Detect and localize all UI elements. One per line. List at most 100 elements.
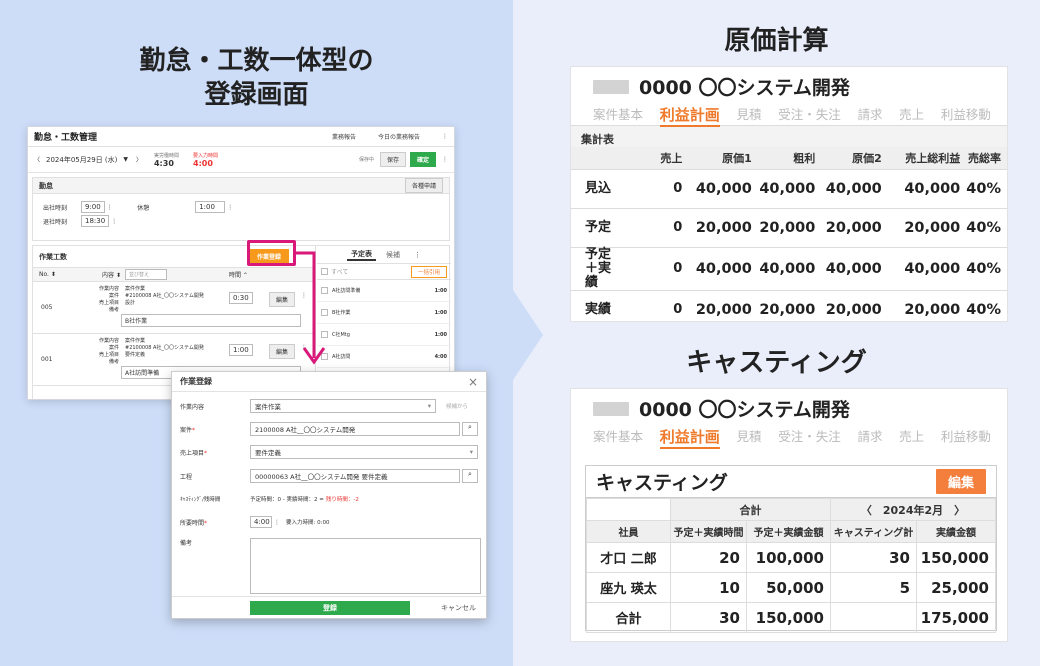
casting-remain: 残り時間：-2: [325, 497, 359, 503]
tab-basic[interactable]: 案件基本: [593, 104, 643, 127]
current-date[interactable]: 2024年05月29日 (水): [46, 155, 117, 165]
schedule-time: 1:00: [434, 309, 447, 316]
left-heading-line1: 勤怠・工数一体型の: [139, 46, 374, 76]
table-header: 売上 原価1 粗利 原価2 売上総利益 売総率: [571, 147, 1007, 169]
list-item[interactable]: A社訪問準備 1:00: [317, 280, 451, 302]
clock-icon: ⋮: [111, 217, 118, 225]
table-row: 予定 ＋実績 0 40,000 40,000 40,000 40,000 40%: [571, 246, 1007, 290]
row-labels: 作業内容 案件 売上項目 備考: [98, 338, 119, 365]
break-label: 休憩: [137, 204, 150, 212]
tab-sales[interactable]: 売上: [899, 104, 924, 127]
table-row: 実績 0 20,000 20,000 20,000 20,000 40%: [571, 289, 1007, 329]
sales-label: 売上項目*: [180, 449, 208, 457]
row-time-input[interactable]: 0:30: [229, 292, 253, 304]
more-vert-icon[interactable]: ⋮: [414, 251, 421, 259]
break-input[interactable]: 1:00: [195, 201, 226, 213]
apply-button[interactable]: 各種申請: [404, 178, 443, 193]
cancel-button[interactable]: キャンセル: [441, 603, 476, 613]
tab-profit-move[interactable]: 利益移動: [941, 104, 991, 127]
actual-work-block: 実労働時間 4:30: [154, 152, 179, 168]
tab-candidate[interactable]: 候補: [386, 250, 400, 260]
tab-order[interactable]: 受注・失注: [778, 426, 841, 449]
close-icon[interactable]: ×: [468, 375, 478, 389]
summary-table: 売上 原価1 粗利 原価2 売上総利益 売総率 見込 0 40,000 40,000 40,00…: [571, 147, 1007, 329]
casting-heading: キャスティング: [686, 348, 867, 378]
schedule-time: 4:00: [434, 353, 447, 360]
row-note[interactable]: B社作業: [121, 314, 301, 327]
register-highlight: [247, 240, 296, 266]
row-labels: 作業内容 案件 売上項目 備考: [98, 286, 119, 313]
tab-estimate[interactable]: 見積: [736, 426, 761, 449]
col-time[interactable]: 時間 ⌃: [229, 270, 248, 279]
tab-invoice[interactable]: 請求: [857, 426, 882, 449]
edit-button[interactable]: 編集: [935, 469, 986, 494]
chevron-right-icon[interactable]: 〉: [136, 155, 142, 164]
tab-basic[interactable]: 案件基本: [593, 426, 643, 449]
list-item[interactable]: B社作業 1:00: [317, 302, 451, 324]
project-name: 0000 〇〇システム開発: [639, 77, 850, 99]
table-row: 座九 瑛太 10 50,000 5 25,000: [586, 572, 996, 603]
row-values: 案件作業 #2100008 A社_〇〇システム開発 要件定義: [125, 338, 204, 358]
clock-in-input[interactable]: 9:00: [81, 201, 105, 213]
content-select[interactable]: 案件作業 ▾: [250, 399, 436, 413]
cost-heading: 原価計算: [724, 26, 829, 56]
table-header: 社員 予定＋実績時間 予定＋実績金額 キャスティング計 実績金額: [586, 520, 996, 543]
more-vert-icon[interactable]: ⋮: [442, 156, 448, 163]
more-vert-icon[interactable]: ⋮: [442, 133, 448, 140]
casting-card: キャスティング 編集 合計 〈 2024年2月 〉 社員 予定＋実績時間 予定＋実績…: [585, 465, 997, 633]
content-label: 作業内容: [180, 403, 205, 411]
note-textarea[interactable]: [250, 538, 481, 594]
clock-in-label: 出社時刻: [43, 204, 68, 212]
row-time-input[interactable]: 1:00: [229, 344, 253, 356]
casting-card-header: キャスティング 編集: [586, 466, 996, 498]
search-icon[interactable]: ⌕: [462, 422, 478, 436]
list-item[interactable]: C社Mtg 1:00: [317, 324, 451, 346]
save-button[interactable]: 保存: [379, 152, 406, 167]
tab-estimate[interactable]: 見積: [736, 104, 761, 127]
select-all-label: すべて: [331, 269, 349, 276]
unentered-block: 要入力時間 4:00: [193, 152, 218, 168]
col-content[interactable]: 内容 ⬍: [91, 270, 121, 279]
clock-out-label: 退社時刻: [43, 218, 68, 226]
tab-invoice[interactable]: 請求: [857, 104, 882, 127]
tab-order[interactable]: 受注・失注: [778, 104, 841, 127]
casting-panel: 0000 〇〇システム開発 案件基本 利益計画 見積 受注・失注 請求 売上 利…: [570, 388, 1008, 642]
confirm-button[interactable]: 確定: [409, 152, 436, 167]
list-item[interactable]: A社訪問 4:00: [317, 346, 451, 368]
clock-icon: ⋮: [106, 203, 113, 211]
project-input[interactable]: 2100008 A社__〇〇システム開発: [250, 422, 460, 436]
attendance-section: 勤怠 各種申請 出社時刻 9:00 ⋮ 退社時刻 18:30 ⋮ 休憩 1:00 ⋮: [32, 177, 450, 241]
casting-value: 予定時間：0 - 実績時間：2 =: [250, 497, 324, 503]
work-title: 作業工数: [39, 252, 67, 261]
left-heading: 勤怠・工数一体型の 登録画面: [0, 44, 513, 112]
row-no: 001: [41, 356, 53, 363]
tab-profit-plan[interactable]: 利益計画: [659, 426, 720, 449]
cost-panel-header: 0000 〇〇システム開発 案件基本 利益計画 見積 受注・失注 請求 売上 利…: [571, 67, 1007, 127]
work-register-modal: 作業登録 × 作業内容 案件作業 ▾ 候補から 案件* 2100008 A社__〇…: [171, 371, 487, 619]
schedule-name: A社訪問: [332, 354, 351, 360]
sort-select[interactable]: 並び替え: [125, 269, 167, 280]
process-input[interactable]: 00000063 A社__〇〇システム開発 要件定義: [250, 469, 460, 483]
tab-sales[interactable]: 売上: [899, 426, 924, 449]
tab-profit-plan[interactable]: 利益計画: [659, 104, 720, 127]
total-group: 合計: [670, 498, 831, 521]
schedule-name: C社Mtg: [332, 332, 350, 338]
batch-quote-button[interactable]: 一括引用: [410, 265, 447, 278]
chevron-left-icon[interactable]: 〈: [34, 155, 40, 164]
attendance-header: 勤怠 各種申請: [33, 178, 449, 194]
tab-schedule[interactable]: 予定表: [347, 249, 376, 261]
clock-out-input[interactable]: 18:30: [81, 215, 110, 227]
col-no[interactable]: No. ⬍: [39, 271, 91, 278]
month-nav[interactable]: 〈 2024年2月 〉: [830, 498, 996, 521]
required-time-input[interactable]: 4:00: [250, 516, 272, 528]
nav-report[interactable]: 業務報告: [332, 132, 356, 141]
sales-select[interactable]: 要件定義 ▾: [250, 445, 478, 459]
arrow-down-icon: [296, 251, 326, 365]
clock-icon: ⋮: [227, 203, 234, 211]
casting-card-title: キャスティング: [596, 472, 728, 494]
tab-profit-move[interactable]: 利益移動: [941, 426, 991, 449]
nav-today-report[interactable]: 今日の業務報告: [378, 132, 420, 141]
search-icon[interactable]: ⌕: [462, 469, 478, 483]
chevron-down-icon[interactable]: ▼: [123, 156, 128, 163]
submit-button[interactable]: 登録: [250, 601, 410, 615]
